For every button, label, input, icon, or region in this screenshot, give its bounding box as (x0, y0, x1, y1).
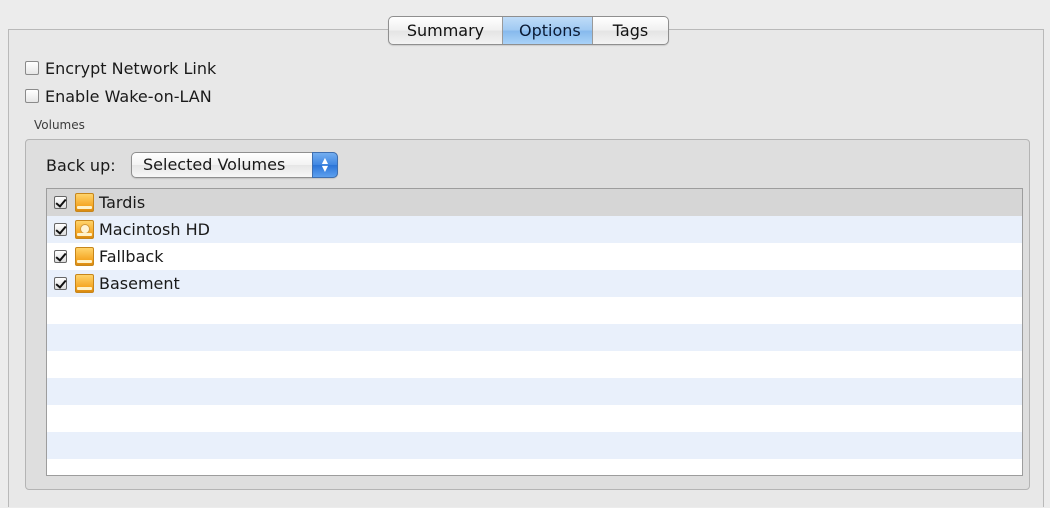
options-pane: Summary Options Tags Encrypt Network Lin… (0, 0, 1050, 508)
tab-bar: Summary Options Tags (388, 16, 669, 45)
internal-drive-icon (75, 220, 94, 239)
wake-on-lan-option[interactable]: Enable Wake-on-LAN (25, 85, 212, 107)
tab-tags[interactable]: Tags (593, 17, 668, 44)
encrypt-network-link-option[interactable]: Encrypt Network Link (25, 57, 216, 79)
back-up-popup[interactable]: Selected Volumes ▲ ▼ (131, 152, 338, 178)
back-up-label: Back up: (46, 156, 116, 175)
list-stripe (47, 378, 1022, 405)
volumes-group-label: Volumes (34, 118, 85, 132)
volume-row-macintosh-hd[interactable]: Macintosh HD (47, 216, 1022, 243)
list-stripe (47, 324, 1022, 351)
list-stripe (47, 459, 1022, 475)
list-stripe (47, 297, 1022, 324)
back-up-popup-value: Selected Volumes (143, 155, 286, 174)
volume-row-tardis[interactable]: Tardis (47, 189, 1022, 216)
list-stripe (47, 351, 1022, 378)
tab-summary[interactable]: Summary (389, 17, 503, 44)
volumes-list[interactable]: Tardis Macintosh HD Fallback Basement (46, 188, 1023, 476)
tab-options[interactable]: Options (503, 17, 593, 44)
volume-name: Macintosh HD (99, 220, 210, 239)
volume-row-basement[interactable]: Basement (47, 270, 1022, 297)
volume-checkbox[interactable] (54, 250, 67, 263)
volume-name: Basement (99, 274, 180, 293)
volume-name: Tardis (99, 193, 146, 212)
encrypt-network-link-label: Encrypt Network Link (45, 58, 217, 78)
volume-row-fallback[interactable]: Fallback (47, 243, 1022, 270)
external-drive-icon (75, 247, 94, 266)
wake-on-lan-label: Enable Wake-on-LAN (45, 86, 212, 106)
external-drive-icon (75, 274, 94, 293)
list-stripe (47, 432, 1022, 459)
up-down-arrows-icon: ▲ ▼ (312, 152, 338, 178)
volume-name: Fallback (99, 247, 164, 266)
volume-checkbox[interactable] (54, 223, 67, 236)
volume-checkbox[interactable] (54, 277, 67, 290)
external-drive-icon (75, 193, 94, 212)
list-stripe (47, 405, 1022, 432)
encrypt-network-link-checkbox[interactable] (25, 61, 39, 75)
volume-checkbox[interactable] (54, 196, 67, 209)
wake-on-lan-checkbox[interactable] (25, 89, 39, 103)
